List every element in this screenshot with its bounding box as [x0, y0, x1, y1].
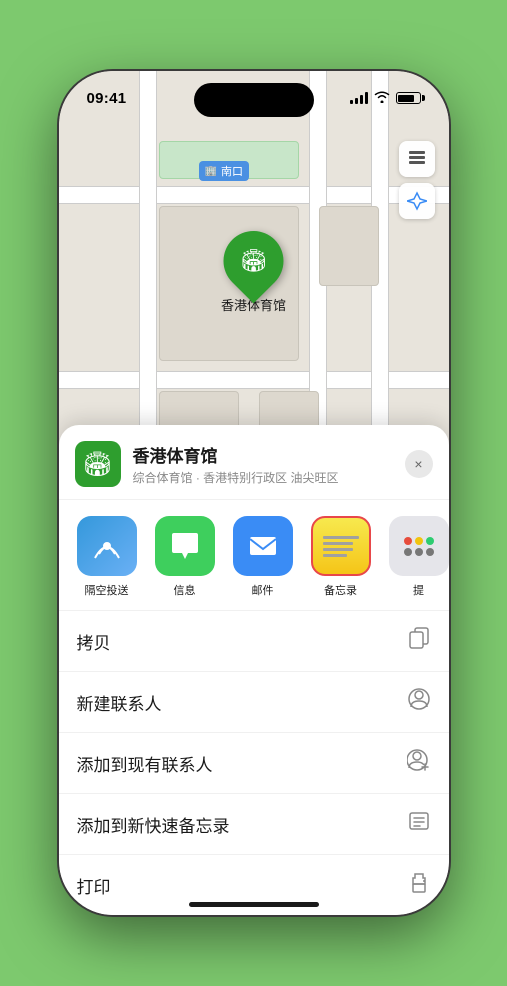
copy-icon	[407, 626, 431, 656]
action-add-contact-label: 添加到现有联系人	[77, 751, 213, 776]
notes-icon	[311, 516, 371, 576]
notes-lines-icon	[323, 536, 359, 557]
messages-icon	[155, 516, 215, 576]
map-label: 🏢 南口	[199, 161, 249, 181]
action-add-contact[interactable]: 添加到现有联系人	[59, 732, 449, 793]
status-time: 09:41	[87, 90, 127, 107]
action-copy-label: 拷贝	[77, 629, 111, 654]
signal-icon	[350, 92, 368, 104]
memo-icon	[407, 809, 431, 839]
mail-label: 邮件	[252, 582, 274, 598]
location-button[interactable]	[399, 183, 435, 219]
map-controls	[399, 141, 435, 225]
share-item-airdrop[interactable]: 隔空投送	[75, 516, 139, 598]
more-label: 提	[413, 582, 424, 598]
pin-circle: 🏟	[211, 219, 296, 304]
share-item-notes[interactable]: 备忘录	[309, 516, 373, 598]
airdrop-label: 隔空投送	[85, 582, 129, 598]
phone-screen: 09:41	[59, 71, 449, 915]
notes-label: 备忘录	[324, 582, 357, 598]
venue-info: 香港体育馆 综合体育馆 · 香港特别行政区 油尖旺区	[133, 442, 405, 486]
bottom-sheet: 🏟 香港体育馆 综合体育馆 · 香港特别行政区 油尖旺区 ×	[59, 425, 449, 915]
add-contact-icon	[407, 748, 431, 778]
share-row: 隔空投送 信息	[59, 500, 449, 610]
map-pin: 🏟 香港体育馆	[221, 231, 286, 314]
print-icon	[407, 870, 431, 900]
action-copy[interactable]: 拷贝	[59, 610, 449, 671]
venue-desc: 综合体育馆 · 香港特别行政区 油尖旺区	[133, 469, 405, 486]
map-tag-icon: 🏢	[205, 166, 217, 177]
action-quick-memo-label: 添加到新快速备忘录	[77, 812, 230, 837]
share-item-messages[interactable]: 信息	[153, 516, 217, 598]
phone-frame: 09:41	[59, 71, 449, 915]
status-icons	[350, 91, 421, 106]
more-icon	[389, 516, 449, 576]
new-contact-icon	[407, 687, 431, 717]
action-new-contact-label: 新建联系人	[77, 690, 162, 715]
action-new-contact[interactable]: 新建联系人	[59, 671, 449, 732]
sheet-header: 🏟 香港体育馆 综合体育馆 · 香港特别行政区 油尖旺区 ×	[59, 425, 449, 500]
pin-inner: 🏟	[230, 238, 276, 284]
map-layers-button[interactable]	[399, 141, 435, 177]
share-item-more[interactable]: 提	[387, 516, 449, 598]
wifi-icon	[374, 91, 390, 106]
dynamic-island	[194, 83, 314, 117]
share-item-mail[interactable]: 邮件	[231, 516, 295, 598]
home-indicator	[189, 902, 319, 907]
venue-icon: 🏟	[75, 441, 121, 487]
mail-icon	[233, 516, 293, 576]
action-print-label: 打印	[77, 873, 111, 898]
messages-label: 信息	[174, 582, 196, 598]
close-button[interactable]: ×	[405, 450, 433, 478]
action-quick-memo[interactable]: 添加到新快速备忘录	[59, 793, 449, 854]
airdrop-icon	[77, 516, 137, 576]
battery-icon	[396, 92, 421, 104]
venue-name: 香港体育馆	[133, 442, 405, 467]
